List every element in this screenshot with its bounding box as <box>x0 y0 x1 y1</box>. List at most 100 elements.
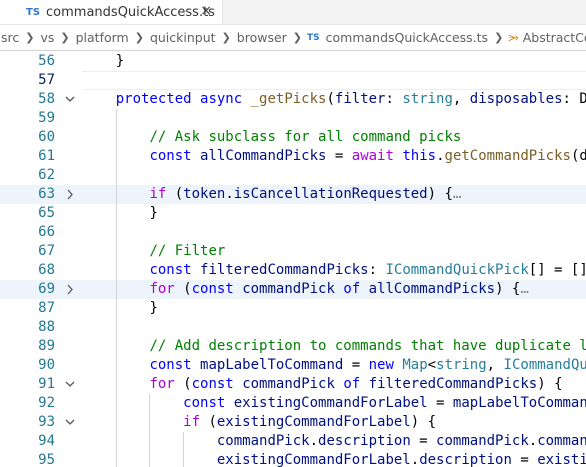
code-token: ) { <box>427 186 453 202</box>
code-text: } <box>149 204 157 223</box>
code-token: protected <box>115 91 192 107</box>
breadcrumb-item-file[interactable]: commandsQuickAccess.ts <box>325 30 489 45</box>
code-line[interactable]: 56} <box>0 52 586 71</box>
line-number: 60 <box>38 129 55 145</box>
code-line[interactable]: 65} <box>0 204 586 223</box>
code-token: } <box>149 300 158 316</box>
breadcrumb-item-vs[interactable]: vs <box>39 30 55 45</box>
code-text: const filteredCommandPicks: ICommandQuic… <box>149 261 586 280</box>
fold-collapsed-icon[interactable] <box>63 185 77 204</box>
line-number: 58 <box>38 91 55 107</box>
code-token: allCommandPicks <box>200 148 327 164</box>
current-line-highlight <box>82 71 586 90</box>
code-token: // Add description to commands that have… <box>149 338 586 354</box>
line-number: 69 <box>38 281 55 297</box>
breadcrumb-item-platform[interactable]: platform <box>75 30 130 45</box>
code-line[interactable]: 94 commandPick.description = commandPick.… <box>0 432 586 451</box>
fold-collapsed-icon[interactable] <box>63 280 77 299</box>
indent-guide <box>149 432 151 451</box>
code-token: . <box>225 186 234 202</box>
chevron-right-icon: ❯ <box>25 31 35 44</box>
code-line[interactable]: 68 const filteredCommandPicks: ICommandQu… <box>0 261 586 280</box>
line-number: 63 <box>38 186 55 202</box>
code-token: ( <box>200 414 217 430</box>
code-token: existingCommandForLabel <box>216 414 411 430</box>
code-token: await <box>351 148 394 164</box>
tab-title: commandsQuickAccess.ts <box>46 4 215 20</box>
indent-guide <box>149 394 151 413</box>
fold-expanded-icon[interactable] <box>63 90 77 109</box>
code-line[interactable]: 62 <box>0 166 586 185</box>
code-line[interactable]: 61 const allCommandPicks = await this.get… <box>0 147 586 166</box>
fold-expanded-icon[interactable] <box>63 413 77 432</box>
line-number: 65 <box>38 205 55 221</box>
code-token: } <box>149 205 158 221</box>
code-line[interactable]: 92 const existingCommandForLabel = mapLab… <box>0 394 586 413</box>
line-number: 95 <box>38 452 55 467</box>
code-token: … <box>520 281 529 297</box>
code-line[interactable]: 95 existingCommandForLabel.description = … <box>0 451 586 467</box>
code-token: string <box>436 357 487 373</box>
line-number: 89 <box>38 338 55 354</box>
code-token: : D <box>562 91 586 107</box>
code-token: ) { <box>537 376 563 392</box>
code-token: description <box>419 452 512 467</box>
chevron-right-icon: ❯ <box>60 31 70 44</box>
code-line[interactable]: 91 for (const commandPick of filteredComm… <box>0 375 586 394</box>
code-line[interactable]: 67 // Filter <box>0 242 586 261</box>
line-number: 67 <box>38 243 55 259</box>
code-token: if <box>183 414 201 430</box>
code-token: commandPick <box>216 433 310 449</box>
code-editor[interactable]: 56} 57 58 protected async _getPicks(filter:… <box>0 51 586 467</box>
code-token: of <box>343 376 361 392</box>
code-token: for <box>149 376 175 392</box>
code-line[interactable]: 66 <box>0 223 586 242</box>
indent-guide <box>115 109 117 128</box>
indent-guide <box>115 451 117 467</box>
code-line[interactable]: 90 const mapLabelToCommand = new Map<stri… <box>0 356 586 375</box>
code-token: const <box>149 357 192 373</box>
code-token: const <box>183 395 226 411</box>
tab-bar: TS commandsQuickAccess.ts × <box>0 0 586 25</box>
code-token: filteredCommandPicks <box>200 262 369 278</box>
code-line[interactable]: 93 if (existingCommandForLabel) { <box>0 413 586 432</box>
line-number: 61 <box>38 148 55 164</box>
line-number: 56 <box>38 53 55 69</box>
line-number: 90 <box>38 357 55 373</box>
code-line[interactable]: 63 if (token.isCancellationRequested) {… <box>0 185 586 204</box>
code-text: for (const commandPick of filteredComman… <box>149 375 562 394</box>
tab-commands-quick-access[interactable]: TS commandsQuickAccess.ts × <box>0 0 223 24</box>
breadcrumb-item-symbol[interactable]: AbstractComm <box>522 30 586 45</box>
breadcrumb-item-src[interactable]: src <box>0 30 20 45</box>
breadcrumb: src ❯ vs ❯ platform ❯ quickinput ❯ brows… <box>0 25 586 50</box>
indent-guide <box>115 413 117 432</box>
breadcrumb-item-quickinput[interactable]: quickinput <box>149 30 217 45</box>
code-token: = <box>511 452 538 467</box>
code-token: const <box>149 148 192 164</box>
code-line[interactable]: 58 protected async _getPicks(filter: stri… <box>0 90 586 109</box>
code-line[interactable]: 87} <box>0 299 586 318</box>
code-line[interactable]: 88 <box>0 318 586 337</box>
fold-expanded-icon[interactable] <box>63 375 77 394</box>
indent-guide <box>115 166 117 185</box>
close-icon[interactable]: × <box>200 3 212 19</box>
indent-guide <box>115 204 117 223</box>
chevron-right-icon: ❯ <box>494 31 504 44</box>
code-token: ( <box>166 186 184 202</box>
code-line[interactable]: 69 for (const commandPick of allCommandPi… <box>0 280 586 299</box>
code-token: isCancellationRequested <box>233 186 428 202</box>
indent-guide <box>115 147 117 166</box>
code-line[interactable]: 57 <box>0 71 586 90</box>
code-line[interactable]: 60 // Ask subclass for all command picks <box>0 128 586 147</box>
code-token: = <box>427 395 453 411</box>
typescript-file-icon: TS <box>307 32 320 43</box>
breadcrumb-item-browser[interactable]: browser <box>236 30 288 45</box>
indent-guide <box>149 451 151 467</box>
code-line[interactable]: 89 // Add description to commands that ha… <box>0 337 586 356</box>
code-token: new <box>368 357 394 373</box>
code-line[interactable]: 59 <box>0 109 586 128</box>
